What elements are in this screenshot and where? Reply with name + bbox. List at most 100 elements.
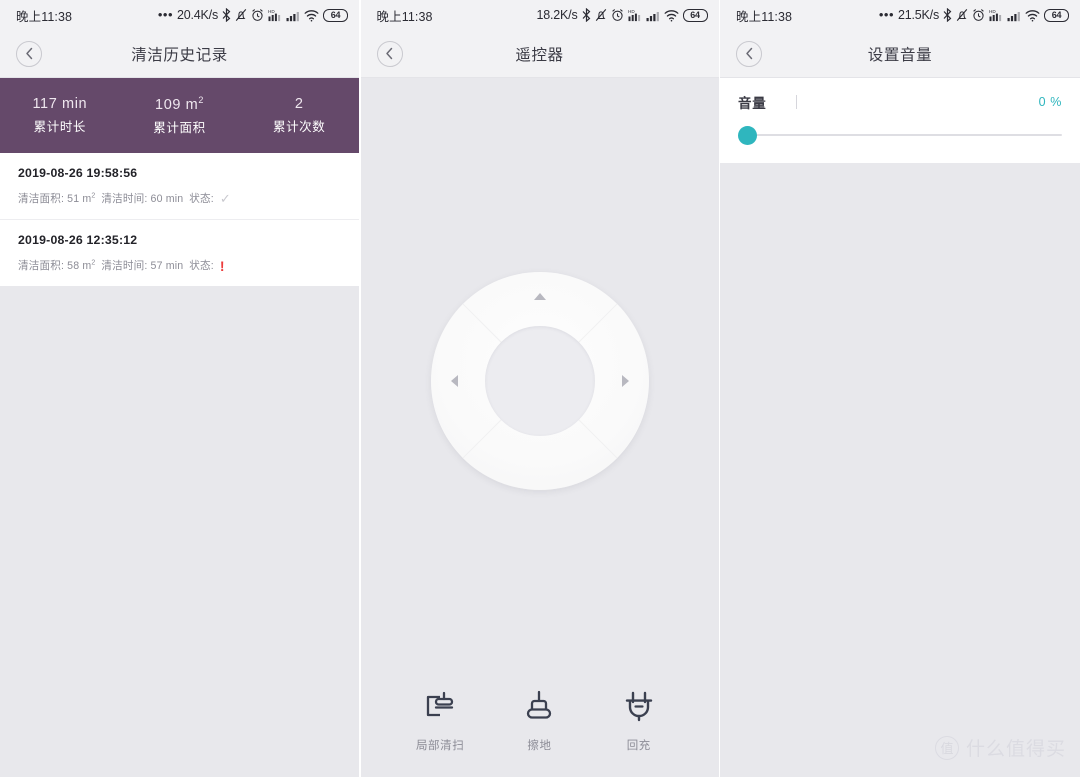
arrow-left-icon[interactable]: [450, 375, 458, 387]
volume-percent-value: 0 %: [1038, 95, 1062, 109]
chevron-left-icon: [25, 47, 34, 60]
back-button[interactable]: [736, 40, 762, 67]
page-title: 遥控器: [515, 46, 564, 64]
arrow-right-icon[interactable]: [621, 375, 629, 387]
title-bar: 遥控器: [360, 30, 719, 78]
history-timestamp: 2019-08-26 19:58:56: [18, 166, 138, 180]
back-button[interactable]: [16, 40, 42, 67]
history-duration: 清洁时间: 60 min: [101, 193, 184, 205]
spot-clean-icon: [400, 683, 480, 729]
status-icons: 18.2K/s HD 64: [537, 8, 708, 22]
bluetooth-icon: [582, 8, 591, 22]
stat-label: 累计面积: [153, 120, 206, 135]
slider-track[interactable]: [747, 134, 1062, 136]
chevron-left-icon: [745, 47, 754, 60]
summary-stats-bar: 117 min 累计时长 109 m2 累计面积 2 累计次数: [0, 78, 359, 153]
history-duration: 清洁时间: 57 min: [101, 260, 184, 272]
hd-signal-icon: HD: [628, 8, 642, 22]
action-label: 局部清扫: [415, 740, 465, 752]
stat-label: 累计次数: [272, 120, 326, 134]
warning-exclamation-icon: !: [219, 257, 225, 274]
recharge-plug-icon: [599, 683, 679, 729]
wifi-icon: [1025, 8, 1040, 22]
hd-signal-icon: HD: [268, 8, 282, 22]
action-mop[interactable]: 擦地: [499, 683, 579, 753]
volume-row: 音量 0 %: [738, 92, 1062, 112]
check-mark-icon: ✓: [219, 191, 231, 206]
status-time: 晚上11:38: [376, 9, 433, 24]
volume-label: 音量: [738, 96, 767, 111]
stat-total-area: 109 m2 累计面积: [120, 95, 240, 136]
watermark-text: 什么值得买: [965, 739, 1066, 760]
svg-text:HD: HD: [989, 9, 996, 14]
back-button[interactable]: [376, 40, 403, 67]
history-status-label: 状态:: [189, 193, 214, 205]
screenshot-collage: 晚上11:38 ••• 20.4K/s HD 64 清洁历史记录 117 min…: [0, 0, 1080, 777]
battery-icon: 64: [682, 8, 708, 22]
status-bar: 晚上11:38 18.2K/s HD 64: [360, 0, 719, 30]
wifi-icon: [304, 8, 319, 22]
svg-text:HD: HD: [268, 9, 275, 14]
watermark: 值 什么值得买: [934, 734, 1066, 761]
dpad-ring[interactable]: [430, 272, 649, 490]
page-title: 清洁历史记录: [131, 46, 228, 64]
action-spot-clean[interactable]: 局部清扫: [400, 683, 480, 753]
panel-remote-control: 晚上11:38 18.2K/s HD 64 遥控器 局部清扫 擦地 回充: [360, 0, 719, 777]
status-time: 晚上11:38: [16, 9, 73, 24]
signal-bars-icon: [1007, 8, 1021, 22]
alarm-clock-icon: [972, 8, 985, 22]
remote-body: 局部清扫 擦地 回充: [360, 78, 719, 777]
stat-label: 累计时长: [33, 120, 87, 134]
status-icons: ••• 21.5K/s HD 64: [879, 8, 1069, 22]
hd-signal-icon: HD: [989, 8, 1003, 22]
history-row[interactable]: 2019-08-26 19:58:56 清洁面积: 51 m2 清洁时间: 60…: [0, 153, 359, 219]
signal-bars-icon: [286, 8, 300, 22]
volume-tick-mark: [796, 95, 798, 109]
action-recharge[interactable]: 回充: [599, 683, 679, 753]
watermark-badge-icon: 值: [934, 735, 959, 760]
history-meta: 清洁面积: 51 m2 清洁时间: 60 min 状态: ✓: [18, 191, 341, 206]
battery-icon: 64: [1044, 8, 1069, 22]
history-list: 2019-08-26 19:58:56 清洁面积: 51 m2 清洁时间: 60…: [0, 153, 359, 286]
action-label: 擦地: [527, 740, 552, 752]
bluetooth-icon: [943, 8, 952, 22]
history-area: 清洁面积: 58 m2: [18, 259, 96, 272]
history-status-label: 状态:: [189, 260, 214, 272]
stat-value: 117 min: [32, 96, 88, 112]
mute-bell-icon: [595, 8, 607, 22]
arrow-up-icon[interactable]: [533, 293, 546, 300]
signal-bars-icon: [646, 8, 660, 22]
stat-total-count: 2 累计次数: [239, 96, 359, 135]
svg-text:HD: HD: [628, 9, 635, 14]
mop-icon: [499, 683, 579, 729]
network-speed-label: 20.4K/s: [177, 8, 218, 22]
status-bar: 晚上11:38 ••• 21.5K/s HD 64: [720, 0, 1080, 30]
alarm-clock-icon: [251, 8, 264, 22]
wifi-icon: [664, 8, 679, 22]
slider-thumb[interactable]: [738, 125, 757, 145]
volume-slider[interactable]: [738, 124, 1062, 146]
title-bar: 设置音量: [720, 30, 1080, 78]
panel-volume-settings: 晚上11:38 ••• 21.5K/s HD 64 设置音量 音量 0 % 值 …: [720, 0, 1080, 777]
status-icons: ••• 20.4K/s HD 64: [158, 8, 348, 22]
dots-icon: •••: [157, 7, 173, 22]
alarm-clock-icon: [611, 8, 624, 22]
title-bar: 清洁历史记录: [0, 30, 359, 78]
history-area: 清洁面积: 51 m2: [18, 192, 96, 205]
dpad-center-hub[interactable]: [484, 326, 595, 436]
stat-total-duration: 117 min 累计时长: [0, 96, 120, 135]
stat-value: 2: [294, 96, 304, 112]
bluetooth-icon: [222, 8, 231, 22]
action-label: 回充: [626, 740, 651, 752]
stat-value: 109 m2: [155, 95, 204, 113]
history-row[interactable]: 2019-08-26 12:35:12 清洁面积: 58 m2 清洁时间: 57…: [0, 219, 359, 286]
panel-cleaning-history: 晚上11:38 ••• 20.4K/s HD 64 清洁历史记录 117 min…: [0, 0, 359, 777]
battery-icon: 64: [323, 8, 348, 22]
direction-pad[interactable]: [430, 272, 649, 490]
history-meta: 清洁面积: 58 m2 清洁时间: 57 min 状态: !: [18, 258, 341, 273]
chevron-left-icon: [385, 47, 394, 60]
page-title: 设置音量: [867, 46, 933, 64]
volume-card: 音量 0 %: [720, 78, 1080, 163]
mute-bell-icon: [956, 8, 968, 22]
status-bar: 晚上11:38 ••• 20.4K/s HD 64: [0, 0, 359, 30]
